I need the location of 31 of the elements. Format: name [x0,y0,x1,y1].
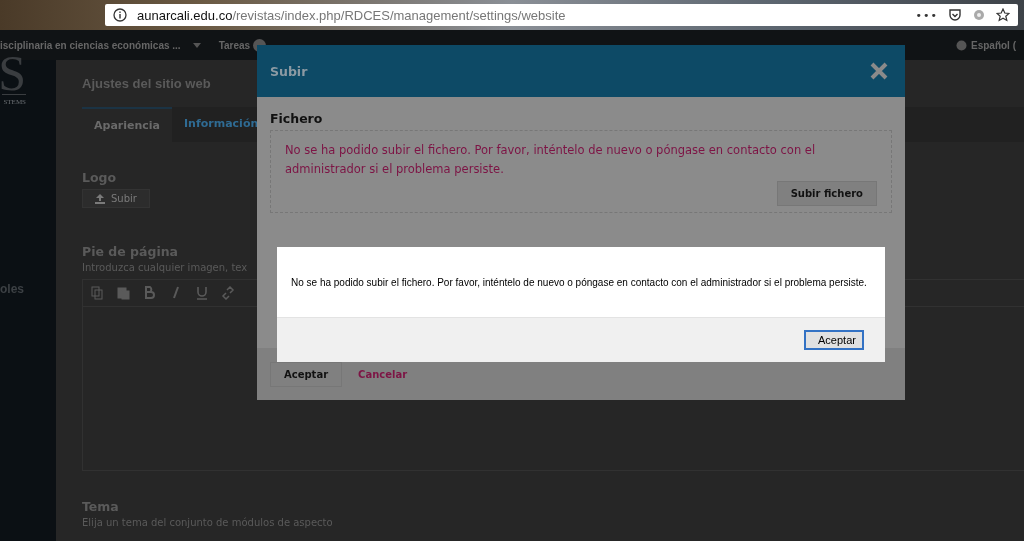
tab[interactable]: Apariencia [82,107,172,142]
link-icon[interactable] [221,286,235,300]
upload-button[interactable]: Subir [82,189,150,208]
tasks-link[interactable]: Tareas [218,39,251,51]
file-drop-zone[interactable]: No se ha podido subir el fichero. Por favor, inténtelo de nuevo o póngase en contacto con el administrador si el problema persiste. Subir fichero [270,130,892,213]
pocket-icon[interactable] [948,8,962,22]
upload-icon[interactable] [95,193,105,204]
accept-button[interactable]: Aceptar [270,361,343,387]
logo-rule [2,94,26,95]
info-icon[interactable] [113,8,127,22]
dialog-title: Subir [270,63,308,79]
globe-icon[interactable] [956,39,967,51]
extension-icon[interactable] [972,8,986,22]
caret-down-icon[interactable] [192,42,201,48]
journal-context-menu[interactable]: isciplinaria en ciencias económicas ... [0,39,181,51]
underline-icon[interactable] [195,286,209,300]
upload-file-button[interactable]: Subir fichero [776,181,877,206]
page-actions-button[interactable]: ••• [915,8,938,22]
error-message: No se ha podido subir el fichero. Por favor, inténtelo de nuevo o póngase en contacto con el administrador si el problema persiste. [285,142,817,178]
url-text: aunarcali.edu.co/revistas/index.php/RDCES/management/settings/website [137,7,566,23]
ok-button[interactable]: Aceptar [804,330,864,350]
paste-icon[interactable] [117,286,131,300]
bookmark-star-icon[interactable] [996,8,1010,22]
section-label: Fichero [270,111,324,126]
alert-message: No se ha podido subir el fichero. Por favor, inténtelo de nuevo o póngase en contacto con el administrador si el problema persiste. [290,275,868,290]
language-menu[interactable]: Español ( [971,39,1016,51]
cancel-link[interactable]: Cancelar [358,368,408,380]
bold-icon[interactable] [143,286,157,300]
close-icon[interactable] [870,62,888,80]
address-bar[interactable]: aunarcali.edu.co/revistas/index.php/RDCES/management/settings/website ••• [105,4,1018,26]
copy-icon[interactable] [91,286,105,300]
